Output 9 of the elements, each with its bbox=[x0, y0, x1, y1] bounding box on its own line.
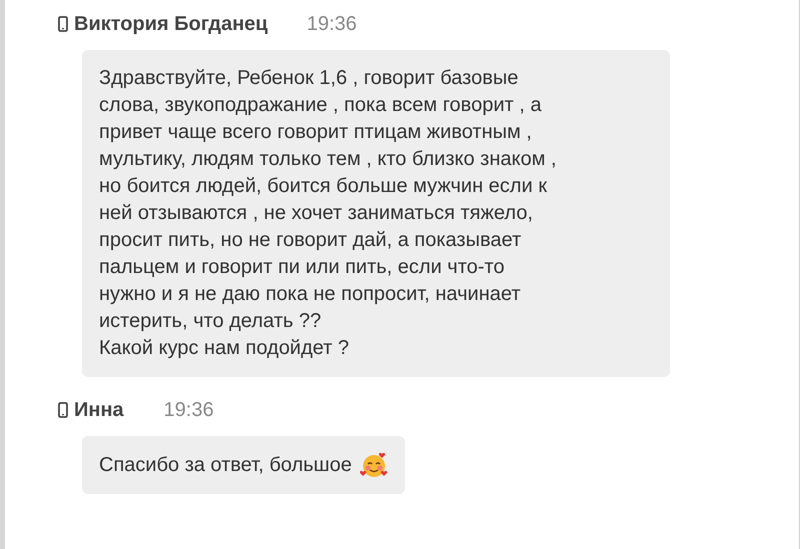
message-text: Здравствуйте, Ребенок 1,6 , говорит базовые слова, звукоподражание , пока всем говорит , а привет чаще всего говорит птицам животным , мультику, людям только тем , кто близко знаком , но боится людей, боится больше мужчин если к ней отзываются , не хочет заниматься тяжело, просит пить, но не говорит дай, а показывает пальцем и говорит пи или пить, если что-то нужно и я не даю пока не попросит, начинает истерить, что делать ?? Какой курс нам подойдет ? bbox=[99, 66, 556, 361]
message-time: 19:36 bbox=[306, 12, 357, 37]
sender-name: Инна bbox=[74, 398, 124, 423]
sender-name: Виктория Богданец bbox=[74, 12, 268, 37]
emoji-icon bbox=[360, 451, 388, 479]
phone-icon bbox=[58, 16, 68, 32]
phone-icon bbox=[58, 402, 68, 418]
message-time: 19:36 bbox=[164, 398, 214, 423]
message-text: Спасибо за ответ, большое bbox=[99, 452, 352, 478]
